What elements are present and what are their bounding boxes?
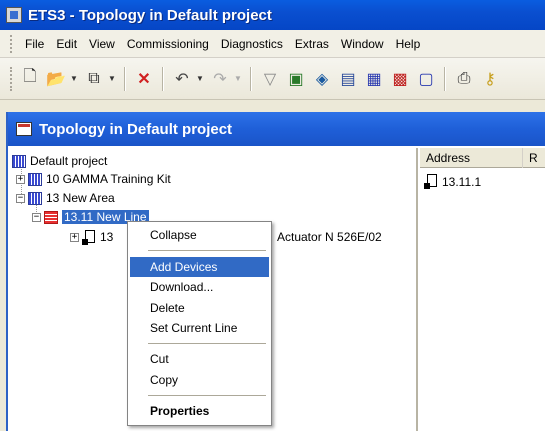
tree-item-label: Actuator N 526E/02 [277,230,382,244]
tree-item-label: 10 GAMMA Training Kit [46,172,171,186]
menu-item-copy[interactable]: Copy [130,370,269,390]
undo-icon[interactable]: ↶ [170,67,194,91]
menu-bar: File Edit View Commissioning Diagnostics… [0,30,545,58]
toolbar-separator [162,66,164,91]
menu-item-set-current-line[interactable]: Set Current Line [130,318,269,338]
tree-item-label: 13 New Area [46,191,115,205]
topology-window-title: Topology in Default project [39,120,233,138]
menu-item-properties[interactable]: Properties [130,401,269,421]
menu-diagnostics[interactable]: Diagnostics [215,35,289,53]
tree-item-label: Default project [30,154,108,168]
menu-commissioning[interactable]: Commissioning [121,35,215,53]
redo-icon[interactable]: ↷ [208,67,232,91]
expand-icon[interactable]: + [70,232,79,242]
area-icon [28,191,42,205]
window-icon[interactable]: ▢ [414,67,438,91]
menu-file[interactable]: File [19,35,50,53]
topology-window-icon [16,122,32,136]
tree-item-device[interactable]: + 13 [70,228,113,246]
title-bar: ETS3 - Topology in Default project [0,0,545,30]
new-document-icon[interactable]: 🗋 [18,67,42,91]
list-row-address: 13.11.1 [442,174,482,189]
device-icon [424,174,438,189]
copy-icon[interactable]: ⧉ [82,67,106,91]
toolbar: 🗋 📂 ▼ ⧉ ▼ ✕ ↶ ▼ ↷ ▼ ▽ ▣ ◈ ▤ ▦ ▩ ▢ ⎙ ⚷ [0,58,545,100]
tree-item-default-project[interactable]: Default project [12,152,107,170]
toolbar-grip[interactable] [10,66,13,91]
open-folder-icon[interactable]: 📂 [44,67,68,91]
context-menu: Collapse Add Devices Download... Delete … [127,221,272,426]
collapse-icon[interactable]: − [16,193,25,203]
print-icon[interactable]: ⎙ [452,67,476,91]
grid-icon[interactable]: ▦ [362,67,386,91]
menu-separator [148,250,266,251]
window-title: ETS3 - Topology in Default project [28,6,272,24]
ets-app-icon[interactable] [6,7,22,23]
redo-dropdown-icon[interactable]: ▼ [233,67,243,91]
menu-extras[interactable]: Extras [289,35,335,53]
menu-separator [148,343,266,344]
topology-window: Topology in Default project Default proj… [6,112,545,431]
line-icon [44,210,58,224]
menu-window[interactable]: Window [335,35,390,53]
expand-icon[interactable]: + [16,174,25,184]
tree-item-gamma-training-kit[interactable]: + 10 GAMMA Training Kit [16,170,171,188]
copy-dropdown-icon[interactable]: ▼ [107,67,117,91]
project-icon [12,154,26,168]
area-icon [28,172,42,186]
toolbar-separator [250,66,252,91]
properties-icon[interactable]: ▣ [284,67,308,91]
toolbar-separator [444,66,446,91]
device-list: Address R 13.11.1 [420,147,545,431]
tree-item-label: 13 [100,230,114,244]
open-dropdown-icon[interactable]: ▼ [69,67,79,91]
menu-item-download[interactable]: Download... [130,277,269,297]
menu-item-add-devices[interactable]: Add Devices [130,257,269,277]
menu-edit[interactable]: Edit [50,35,83,53]
collapse-icon[interactable]: − [32,212,41,222]
menubar-grip[interactable] [10,34,13,53]
settings-icon[interactable]: ▤ [336,67,360,91]
tree-item-new-area[interactable]: − 13 New Area [16,189,115,207]
list-header: Address R [420,147,545,168]
list-row[interactable]: 13.11.1 [424,174,481,189]
menu-item-collapse[interactable]: Collapse [130,225,269,245]
topology-icon[interactable]: ▩ [388,67,412,91]
find-icon[interactable]: ◈ [310,67,334,91]
column-header-r[interactable]: R [523,148,545,168]
topology-window-title-bar[interactable]: Topology in Default project [8,112,545,146]
menu-view[interactable]: View [83,35,121,53]
menu-item-delete[interactable]: Delete [130,298,269,318]
toolbar-separator [124,66,126,91]
filter-icon[interactable]: ▽ [258,67,282,91]
key-icon[interactable]: ⚷ [478,67,502,91]
tree-item-device-name[interactable]: Actuator N 526E/02 [277,228,382,246]
delete-icon[interactable]: ✕ [132,67,156,91]
menu-separator [148,395,266,396]
menu-help[interactable]: Help [390,35,427,53]
device-icon [82,229,96,245]
menu-item-cut[interactable]: Cut [130,349,269,369]
undo-dropdown-icon[interactable]: ▼ [195,67,205,91]
column-header-address[interactable]: Address [420,147,523,168]
